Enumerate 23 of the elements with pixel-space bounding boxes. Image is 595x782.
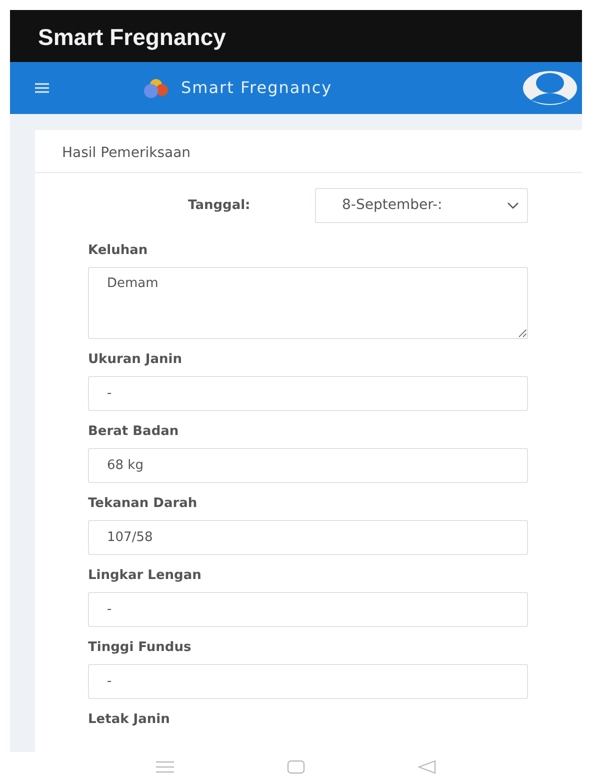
- complaint-field[interactable]: Demam: [88, 267, 528, 339]
- field-label: Tinggi Fundus: [88, 640, 192, 656]
- input-field[interactable]: -: [88, 376, 528, 411]
- input-field[interactable]: 68 kg: [88, 448, 528, 483]
- back-icon[interactable]: [418, 760, 436, 774]
- field-label: Letak Janin: [88, 712, 171, 728]
- menu-icon[interactable]: [156, 760, 174, 774]
- chevron-down-icon: [507, 202, 519, 209]
- date-label: Tanggal:: [188, 198, 252, 214]
- field-label: Ukuran Janin: [88, 352, 183, 368]
- input-field[interactable]: -: [88, 664, 528, 699]
- app-title: Smart Fregnancy: [10, 10, 582, 62]
- input-field[interactable]: 107/58: [88, 520, 528, 555]
- card-header: Hasil Pemeriksaan: [35, 130, 582, 173]
- field-label: Lingkar Lengan: [88, 568, 202, 584]
- input-field[interactable]: -: [88, 592, 528, 627]
- user-avatar-icon[interactable]: [522, 70, 578, 106]
- field-label: Tekanan Darah: [88, 496, 198, 512]
- date-select[interactable]: 8-September-:: [315, 188, 528, 223]
- field-label: Keluhan: [88, 243, 149, 259]
- brand-name: Smart Fregnancy: [181, 77, 332, 99]
- field-label: Berat Badan: [88, 424, 180, 440]
- home-icon[interactable]: [286, 760, 305, 774]
